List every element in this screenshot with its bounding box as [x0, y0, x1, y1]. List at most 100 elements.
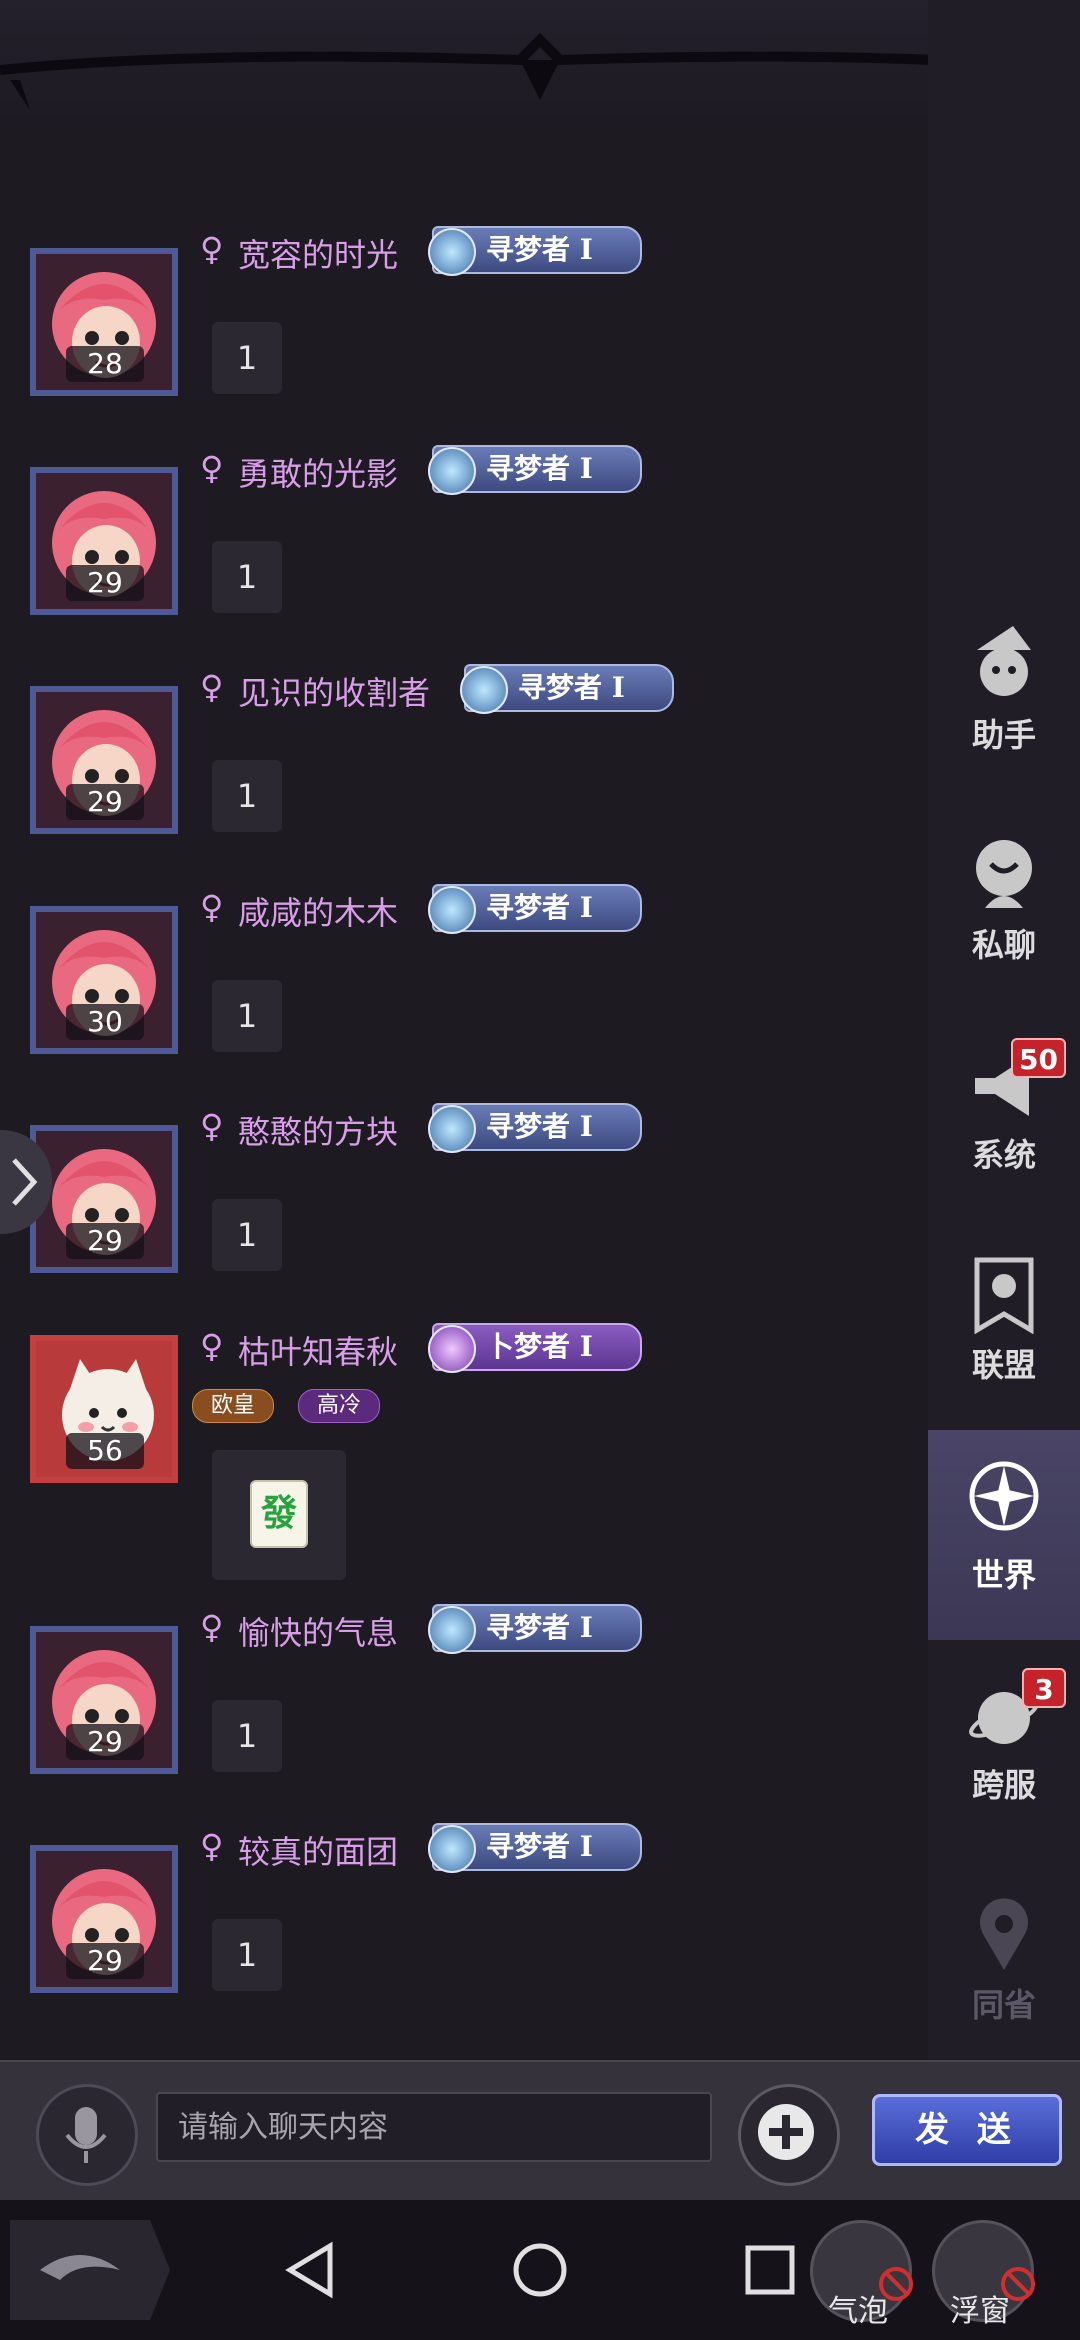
title-tag: 高冷 [298, 1389, 381, 1423]
sender-name[interactable]: 见识的收割者 [238, 668, 430, 714]
message-bubble[interactable]: 1 [212, 1919, 282, 1991]
avatar[interactable]: 28 [30, 248, 178, 396]
recents-icon[interactable] [730, 2200, 810, 2340]
sender-name[interactable]: 憨憨的方块 [238, 1107, 398, 1153]
sender-name[interactable]: 较真的面团 [238, 1827, 398, 1873]
female-icon: ♀ [200, 888, 224, 926]
avatar-level: 29 [66, 565, 144, 601]
rank-badge: 寻梦者 I [460, 664, 674, 714]
voice-button[interactable] [36, 2084, 138, 2186]
tab-private-chat[interactable]: 私聊 [928, 820, 1080, 1010]
bubble-label: 气泡 [828, 2294, 888, 2329]
avatar[interactable]: 29 [30, 1125, 178, 1273]
chat-message: 28 ♀ 宽容的时光 寻梦者 I 1 [0, 226, 925, 438]
home-icon[interactable] [500, 2200, 580, 2340]
tab-system[interactable]: 50 系统 [928, 1030, 1080, 1220]
female-icon: ♀ [200, 1608, 224, 1646]
avatar-level: 29 [66, 1943, 144, 1979]
rank-label: 寻梦者 I [518, 671, 625, 704]
sender-name[interactable]: 勇敢的光影 [238, 449, 398, 495]
female-icon: ♀ [200, 1107, 224, 1145]
tab-same-province[interactable]: 同省 [928, 1880, 1080, 2070]
chat-message: 29 ♀ 憨憨的方块 寻梦者 I 1 [0, 1103, 925, 1315]
chat-message-list[interactable]: 28 ♀ 宽容的时光 寻梦者 I 1 29 ♀ 勇敢的光影 寻梦者 I 1 29… [0, 0, 925, 2060]
avatar[interactable]: 30 [30, 906, 178, 1054]
rank-badge: 寻梦者 I [428, 1103, 642, 1153]
message-bubble[interactable]: 1 [212, 980, 282, 1052]
rank-badge: 卜梦者 I [428, 1323, 642, 1373]
microphone-icon [65, 2107, 107, 2163]
tab-label: 联盟 [971, 1346, 1036, 1384]
sender-name[interactable]: 枯叶知春秋 [238, 1327, 398, 1373]
female-icon: ♀ [200, 449, 224, 487]
chat-input-bar: 发 送 [0, 2060, 1080, 2202]
swirl-icon [428, 1105, 476, 1153]
tab-label: 跨服 [971, 1766, 1036, 1804]
rank-badge: 寻梦者 I [428, 445, 642, 495]
rank-label: 寻梦者 I [486, 233, 593, 266]
chat-message: 29 ♀ 较真的面团 寻梦者 I 1 [0, 1823, 925, 2035]
add-attachment-button[interactable] [738, 2084, 840, 2186]
swirl-icon [428, 1606, 476, 1654]
rank-badge: 寻梦者 I [428, 1604, 642, 1654]
rank-badge: 寻梦者 I [428, 226, 642, 276]
female-icon: ♀ [200, 1327, 224, 1365]
message-bubble[interactable]: 1 [212, 1199, 282, 1271]
message-bubble[interactable]: 1 [212, 322, 282, 394]
avatar[interactable]: 29 [30, 1626, 178, 1774]
chat-message: 29 ♀ 见识的收割者 寻梦者 I 1 [0, 664, 925, 876]
tab-label: 私聊 [971, 926, 1036, 964]
tab-cross-server[interactable]: 3 跨服 [928, 1660, 1080, 1850]
rank-label: 寻梦者 I [486, 452, 593, 485]
tab-label: 助手 [971, 716, 1036, 754]
send-button[interactable]: 发 送 [872, 2094, 1062, 2166]
message-bubble[interactable]: 1 [212, 1700, 282, 1772]
swirl-icon [460, 666, 508, 714]
mahjong-tile: 發 [250, 1480, 308, 1548]
title-tag: 欧皇 [192, 1389, 275, 1423]
chat-message: 30 ♀ 咸咸的木木 寻梦者 I 1 [0, 884, 925, 1096]
avatar[interactable]: 29 [30, 467, 178, 615]
female-icon: ♀ [200, 1827, 224, 1865]
tab-label: 系统 [971, 1136, 1036, 1174]
tab-label: 世界 [971, 1556, 1036, 1594]
swirl-icon [428, 228, 476, 276]
channel-sidebar: 助手 私聊 50 系统 联盟 世界 3 跨服 同省 [928, 0, 1080, 2060]
rank-badge: 寻梦者 I [428, 884, 642, 934]
sender-name[interactable]: 宽容的时光 [238, 230, 398, 276]
swirl-icon [428, 886, 476, 934]
message-bubble[interactable]: 1 [212, 541, 282, 613]
avatar[interactable]: 29 [30, 1845, 178, 1993]
plus-icon [758, 2104, 814, 2160]
system-nav-bar: 气泡 浮窗 [0, 2200, 1080, 2340]
female-icon: ♀ [200, 668, 224, 706]
private-chat-icon [976, 840, 1032, 908]
avatar-level: 30 [66, 1004, 144, 1040]
chat-message: 56 ♀ 枯叶知春秋 卜梦者 I 欧皇 高冷 [0, 1323, 925, 1605]
swirl-icon [428, 1825, 476, 1873]
tab-world[interactable]: 世界 [928, 1430, 1080, 1640]
avatar[interactable]: 56 [30, 1335, 178, 1483]
window-label: 浮窗 [950, 2294, 1010, 2329]
sender-name[interactable]: 愉快的气息 [238, 1608, 398, 1654]
female-icon: ♀ [200, 230, 224, 268]
tab-label: 同省 [971, 1986, 1036, 2024]
game-logo-icon [10, 2220, 170, 2320]
tab-alliance[interactable]: 联盟 [928, 1240, 1080, 1430]
compass-icon [969, 1461, 1039, 1531]
assistant-icon [977, 626, 1031, 696]
tab-assistant[interactable]: 助手 [928, 610, 1080, 800]
avatar[interactable]: 29 [30, 686, 178, 834]
back-icon[interactable] [270, 2200, 350, 2340]
expand-panel-button[interactable] [0, 1130, 52, 1234]
rank-label: 寻梦者 I [486, 1611, 593, 1644]
message-bubble[interactable]: 發 [212, 1450, 346, 1580]
rank-label: 寻梦者 I [486, 1110, 593, 1143]
chat-input[interactable] [156, 2092, 712, 2162]
sender-name[interactable]: 咸咸的木木 [238, 888, 398, 934]
rank-label: 寻梦者 I [486, 891, 593, 924]
avatar-level: 28 [66, 346, 144, 382]
message-bubble[interactable]: 1 [212, 760, 282, 832]
avatar-level: 29 [66, 784, 144, 820]
chat-message: 29 ♀ 勇敢的光影 寻梦者 I 1 [0, 445, 925, 657]
